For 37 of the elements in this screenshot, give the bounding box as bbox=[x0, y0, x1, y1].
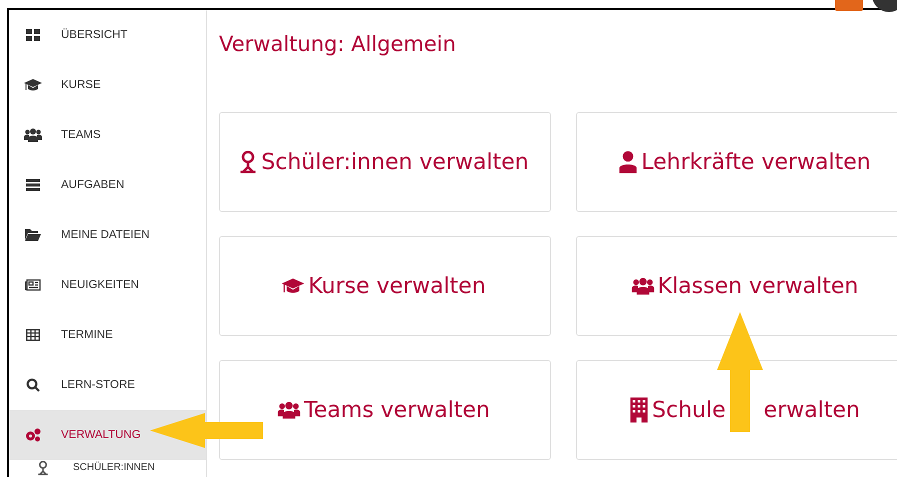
person-icon bbox=[37, 460, 49, 476]
list-icon bbox=[26, 179, 40, 191]
card-label: Schule bbox=[652, 398, 726, 422]
graduation-cap-icon bbox=[282, 278, 304, 294]
sidebar-item[interactable]: SCHÜLER:INNEN bbox=[9, 460, 206, 476]
page-title: Verwaltung: Allgemein bbox=[219, 32, 457, 56]
sidebar-item[interactable]: VERWALTUNG bbox=[9, 410, 206, 460]
sidebar-item[interactable]: NEUIGKEITEN bbox=[9, 260, 206, 310]
graduation-cap-icon bbox=[24, 79, 42, 91]
card-label: Lehrkräfte verwalten bbox=[641, 150, 871, 174]
admin-card[interactable]: Schüler:innen verwalten bbox=[219, 112, 551, 212]
folder-icon bbox=[25, 229, 41, 241]
sidebar-item[interactable]: AUFGABEN bbox=[9, 160, 206, 210]
building-icon bbox=[630, 398, 648, 422]
people-icon bbox=[278, 401, 300, 419]
sidebar-item[interactable]: TERMINE bbox=[9, 310, 206, 360]
admin-card[interactable]: Lehrkräfte verwalten bbox=[576, 112, 897, 212]
person-icon bbox=[240, 150, 258, 174]
people-icon bbox=[24, 128, 42, 142]
sidebar-item[interactable]: LERN-STORE bbox=[9, 360, 206, 410]
card-label: Teams verwalten bbox=[304, 398, 490, 422]
card-label: erwalten bbox=[764, 398, 860, 422]
card-label: Kurse verwalten bbox=[308, 274, 486, 298]
person-icon bbox=[620, 150, 638, 174]
sidebar-item[interactable]: ÜBERSICHT bbox=[9, 10, 206, 60]
sidebar-item[interactable]: TEAMS bbox=[9, 110, 206, 160]
newspaper-icon bbox=[25, 279, 41, 291]
admin-card[interactable]: Kurse verwalten bbox=[219, 236, 551, 336]
calendar-grid-icon bbox=[26, 329, 40, 341]
people-icon bbox=[631, 277, 654, 295]
card-label: Schüler:innen verwalten bbox=[261, 150, 529, 174]
card-label: Klassen verwalten bbox=[658, 274, 858, 298]
sidebar-item[interactable]: MEINE DATEIEN bbox=[9, 210, 206, 260]
grid-icon bbox=[26, 29, 40, 41]
admin-card[interactable]: Teams verwalten bbox=[219, 360, 551, 460]
sidebar-item[interactable]: KURSE bbox=[9, 60, 206, 110]
search-icon bbox=[26, 378, 40, 392]
